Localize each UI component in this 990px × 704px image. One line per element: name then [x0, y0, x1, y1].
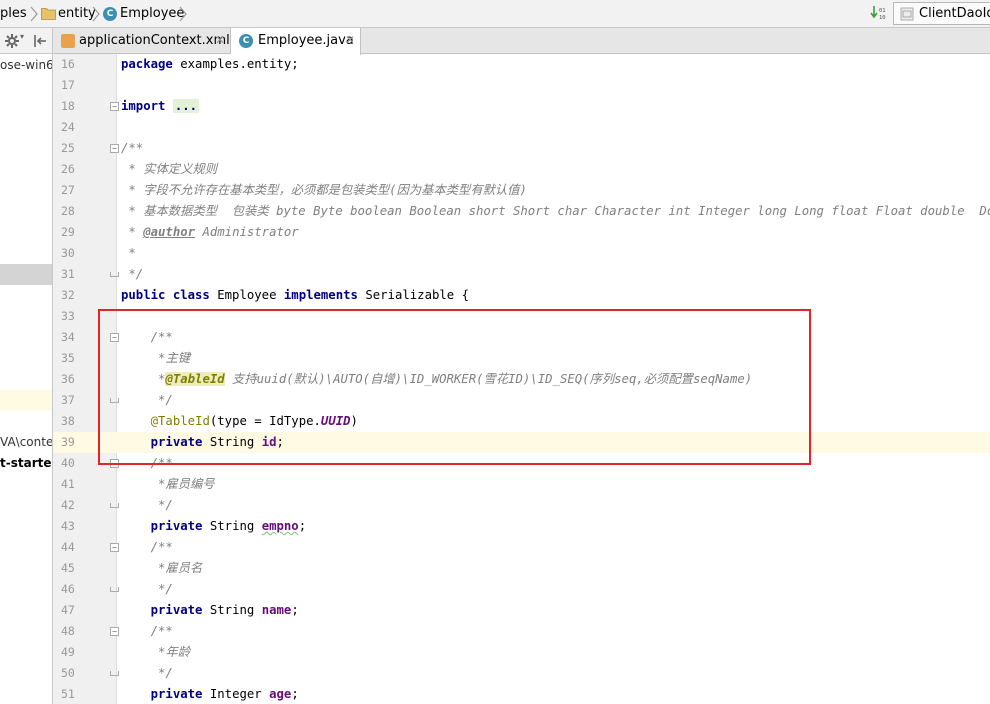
- navigation-bar: ples entity C Employee 01 10 ClientDaoId…: [0, 0, 990, 28]
- run-config-icon: [900, 7, 914, 21]
- class-icon: C: [239, 34, 253, 48]
- code-text: * 字段不允许存在基本类型，必须都是包装类型(因为基本类型有默认值): [121, 183, 527, 197]
- close-icon[interactable]: ✕: [215, 28, 225, 53]
- run-configuration-label: ClientDaoIdM: [919, 6, 990, 21]
- code-text: *@TableId 支持uuid(默认)\AUTO(自增)\ID_WORKER(…: [121, 372, 753, 386]
- project-tree-item[interactable]: VA\conte: [0, 435, 52, 449]
- code-text: * 基本数据类型 包装类 byte Byte boolean Boolean s…: [121, 204, 990, 218]
- breadcrumb-item-examples[interactable]: ples: [0, 0, 27, 27]
- code-text: */: [121, 666, 173, 680]
- code-text: /**: [150, 330, 173, 344]
- code-line[interactable]: import ...: [117, 96, 990, 117]
- chevron-right-icon: [30, 6, 38, 22]
- code-text: import ...: [121, 99, 200, 113]
- editor-gutter[interactable]: 16 17 18−24 25−26 27 28 29 30 31 32 33 34−35 36 37 38 3…: [53, 54, 119, 704]
- code-line[interactable]: * 基本数据类型 包装类 byte Byte boolean Boolean s…: [117, 201, 990, 222]
- code-line[interactable]: private String name;: [117, 600, 990, 621]
- code-text: */: [121, 582, 173, 596]
- code-line[interactable]: @TableId(type = IdType.UUID): [117, 411, 990, 432]
- code-text: *雇员编号: [121, 477, 215, 491]
- sort-binary-icon[interactable]: 01 10: [870, 5, 888, 21]
- project-tree-item[interactable]: t-starter]: [0, 456, 52, 470]
- tab-employee-java[interactable]: C Employee.java ✕: [231, 28, 361, 55]
- code-text: */: [121, 393, 173, 407]
- chevron-right-icon: [92, 6, 100, 22]
- editor-tab-bar: applicationContext.xml ✕ C Employee.java…: [53, 28, 990, 55]
- hide-panel-icon[interactable]: [32, 33, 48, 49]
- code-text: @TableId(type = IdType.UUID): [150, 414, 358, 428]
- code-text: package examples.entity;: [121, 57, 299, 71]
- code-line[interactable]: *雇员名: [117, 558, 990, 579]
- code-line[interactable]: [117, 306, 990, 327]
- project-tree-item[interactable]: ose-win64: [0, 58, 52, 72]
- code-line[interactable]: /**: [117, 138, 990, 159]
- code-text: private String id;: [150, 435, 284, 449]
- code-line[interactable]: private String empno;: [117, 516, 990, 537]
- code-text: /**: [121, 141, 144, 155]
- code-text: public class Employee implements Seriali…: [121, 288, 469, 302]
- dropdown-arrow-icon[interactable]: ▾: [20, 32, 24, 41]
- project-panel: ▾ ose-win64 VA\conte t-starter]: [0, 28, 53, 704]
- code-line[interactable]: /**: [117, 621, 990, 642]
- caret-row-highlight: [0, 390, 52, 411]
- xml-file-icon: [61, 34, 75, 48]
- selected-tree-row[interactable]: [0, 264, 52, 285]
- run-configuration-selector[interactable]: ClientDaoIdM: [893, 2, 990, 25]
- code-line[interactable]: [117, 75, 990, 96]
- code-text: /**: [150, 624, 173, 638]
- svg-text:01: 01: [879, 8, 886, 14]
- code-text: *: [121, 246, 136, 260]
- code-line[interactable]: public class Employee implements Seriali…: [117, 285, 990, 306]
- code-text: *主键: [121, 351, 191, 365]
- tab-application-context-xml[interactable]: applicationContext.xml ✕: [53, 28, 231, 54]
- code-text: */: [121, 498, 173, 512]
- package-folder-icon: [41, 8, 56, 20]
- code-line[interactable]: [117, 117, 990, 138]
- code-line[interactable]: /**: [117, 453, 990, 474]
- code-line[interactable]: /**: [117, 327, 990, 348]
- code-line[interactable]: *: [117, 243, 990, 264]
- code-text: /**: [150, 540, 173, 554]
- code-line[interactable]: */: [117, 264, 990, 285]
- code-line[interactable]: *雇员编号: [117, 474, 990, 495]
- breadcrumb-item-employee[interactable]: Employee: [120, 0, 184, 27]
- class-icon: C: [103, 7, 117, 21]
- code-text: private String empno;: [150, 519, 307, 533]
- code-line[interactable]: */: [117, 663, 990, 684]
- code-line[interactable]: *年龄: [117, 642, 990, 663]
- code-line[interactable]: * 实体定义规则: [117, 159, 990, 180]
- code-line[interactable]: private Integer age;: [117, 684, 990, 704]
- code-line[interactable]: *@TableId 支持uuid(默认)\AUTO(自增)\ID_WORKER(…: [117, 369, 990, 390]
- code-line[interactable]: * 字段不允许存在基本类型，必须都是包装类型(因为基本类型有默认值): [117, 180, 990, 201]
- code-text: * 实体定义规则: [121, 162, 217, 176]
- code-text: /**: [150, 456, 173, 470]
- code-text: */: [121, 267, 144, 281]
- code-text: *雇员名: [121, 561, 203, 575]
- svg-text:10: 10: [879, 15, 886, 21]
- code-text: * @author Administrator: [121, 225, 299, 239]
- code-line[interactable]: */: [117, 390, 990, 411]
- code-text: private String name;: [150, 603, 299, 617]
- code-line[interactable]: *主键: [117, 348, 990, 369]
- code-text: private Integer age;: [150, 687, 299, 701]
- code-line[interactable]: package examples.entity;: [117, 54, 990, 75]
- tab-label: Employee.java: [258, 33, 354, 48]
- gear-icon[interactable]: [4, 33, 20, 49]
- code-line[interactable]: /**: [117, 537, 990, 558]
- code-line-current[interactable]: private String id;: [117, 432, 990, 453]
- code-text: *年龄: [121, 645, 191, 659]
- code-line[interactable]: * @author Administrator: [117, 222, 990, 243]
- tab-label: applicationContext.xml: [79, 33, 230, 48]
- code-line[interactable]: */: [117, 495, 990, 516]
- project-toolbar: ▾: [0, 28, 52, 54]
- chevron-right-icon: [179, 6, 187, 22]
- code-editor[interactable]: package examples.entity; import ... /** * …: [117, 54, 990, 704]
- code-line[interactable]: */: [117, 579, 990, 600]
- close-icon[interactable]: ✕: [345, 28, 355, 53]
